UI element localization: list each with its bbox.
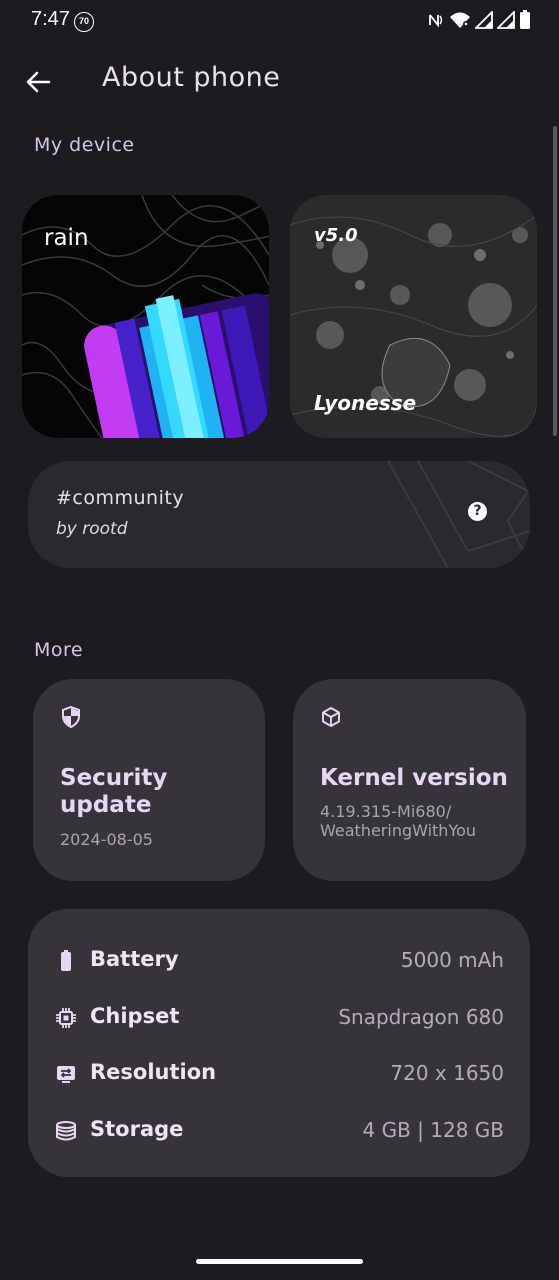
rain-label: rain [44, 225, 89, 251]
chip-icon [54, 1006, 78, 1030]
spec-value: 4 GB | 128 GB [362, 1118, 504, 1142]
community-subtitle: by rootd [56, 519, 128, 539]
battery-icon [519, 10, 531, 34]
version-label: v5.0 [314, 225, 358, 246]
lyonesse-card[interactable]: v5.0 Lyonesse [290, 195, 537, 438]
security-update-value: 2024-08-05 [60, 830, 153, 849]
spec-label: Chipset [90, 1004, 180, 1028]
kernel-version-value-line1: 4.19.315-Mi680/ [320, 802, 452, 821]
spec-row-chipset[interactable]: Chipset Snapdragon 680 [28, 998, 530, 1038]
nfc-icon [427, 11, 445, 33]
spec-row-battery[interactable]: Battery 5000 mAh [28, 941, 530, 981]
signal-icon [495, 9, 515, 33]
cube-icon [319, 705, 343, 729]
page-title: About phone [102, 62, 281, 93]
specs-card: Battery 5000 mAh Chipset Snapdragon 680 … [28, 909, 530, 1177]
spec-row-storage[interactable]: Storage 4 GB | 128 GB [28, 1111, 530, 1151]
community-decoration [387, 461, 530, 568]
shield-icon [59, 705, 83, 729]
notification-badge: 70 [74, 12, 94, 32]
kernel-version-card[interactable]: Kernel version 4.19.315-Mi680/ Weatherin… [293, 679, 526, 881]
security-update-title: Security update [60, 765, 168, 818]
help-icon[interactable]: ? [468, 502, 487, 521]
community-card[interactable]: #community by rootd ? [28, 461, 530, 568]
section-label-more: More [34, 639, 84, 661]
spec-value: 720 x 1650 [390, 1061, 504, 1085]
spec-label: Storage [90, 1117, 184, 1141]
status-time: 7:47 [31, 8, 70, 30]
arrow-back-icon[interactable] [18, 62, 58, 102]
section-label-my-device: My device [34, 134, 135, 156]
spec-label: Battery [90, 947, 179, 971]
gesture-nav-handle[interactable] [196, 1259, 363, 1264]
display-icon [54, 1062, 78, 1086]
security-update-card[interactable]: Security update 2024-08-05 [33, 679, 265, 881]
status-bar: 7:47 70 [0, 0, 559, 44]
community-title: #community [56, 487, 185, 509]
status-icons [427, 9, 531, 34]
signal-icon [473, 9, 493, 33]
wifi-icon [449, 11, 471, 33]
kernel-version-title: Kernel version [320, 765, 508, 791]
rain-card[interactable]: rain [22, 195, 269, 438]
storage-icon [54, 1119, 78, 1143]
kernel-version-value-line2: WeatheringWithYou [320, 821, 477, 840]
scrollbar[interactable] [553, 126, 557, 436]
battery-icon [54, 949, 78, 973]
spec-row-resolution[interactable]: Resolution 720 x 1650 [28, 1054, 530, 1094]
app-bar: About phone [0, 52, 559, 112]
spec-value: Snapdragon 680 [338, 1005, 504, 1029]
rom-name-label: Lyonesse [314, 391, 417, 415]
spec-value: 5000 mAh [400, 948, 504, 972]
spec-label: Resolution [90, 1060, 217, 1084]
